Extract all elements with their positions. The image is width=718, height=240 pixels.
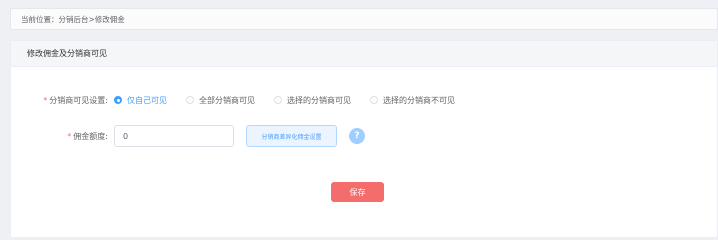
commission-amount-input[interactable] [114, 125, 234, 147]
radio-self-only-label: 仅自己可见 [127, 95, 167, 105]
radio-all-distributors[interactable]: 全部分销商可见 [186, 95, 255, 106]
radio-selected-visible-label: 选择的分销商可见 [287, 95, 351, 105]
radio-unchecked-icon [370, 96, 378, 104]
visibility-label: * 分销商可见设置: [11, 95, 114, 106]
card-header: 修改佣金及分销商可见 [11, 41, 717, 67]
commission-label: * 佣金额度: [11, 131, 114, 142]
required-mark: * [67, 131, 72, 141]
radio-selected-invisible-label: 选择的分销商不可见 [383, 95, 455, 105]
save-button[interactable]: 保存 [331, 182, 384, 202]
radio-all-distributors-label: 全部分销商可见 [199, 95, 255, 105]
radio-self-only[interactable]: 仅自己可见 [114, 95, 167, 106]
breadcrumb-text: 当前位置：分销后台>修改佣金 [21, 14, 125, 24]
commission-label-text: 佣金额度: [73, 131, 108, 141]
visibility-radio-group: 仅自己可见 全部分销商可见 选择的分销商可见 选择的分销商不可见 [114, 95, 474, 106]
radio-checked-icon [114, 96, 122, 104]
visibility-form-row: * 分销商可见设置: 仅自己可见 全部分销商可见 选择的分销商可见 选择的分销商不… [11, 93, 474, 107]
commission-form-row: *佣金额度: 分销商差异化佣金设置 ? [11, 125, 365, 147]
required-mark: * [43, 95, 48, 105]
radio-selected-invisible[interactable]: 选择的分销商不可见 [370, 95, 455, 106]
radio-selected-visible[interactable]: 选择的分销商可见 [274, 95, 351, 106]
visibility-label-text: 分销商可见设置: [49, 95, 108, 105]
card-title: 修改佣金及分销商可见 [27, 49, 107, 58]
differential-commission-button[interactable]: 分销商差异化佣金设置 [246, 125, 337, 147]
radio-unchecked-icon [186, 96, 194, 104]
radio-unchecked-icon [274, 96, 282, 104]
question-circle-icon[interactable]: ? [349, 128, 365, 144]
edit-commission-card: 修改佣金及分销商可见 * 分销商可见设置: 仅自己可见 全部分销商可见 选择的分销… [10, 40, 718, 238]
breadcrumb: 当前位置：分销后台>修改佣金 [10, 8, 718, 30]
